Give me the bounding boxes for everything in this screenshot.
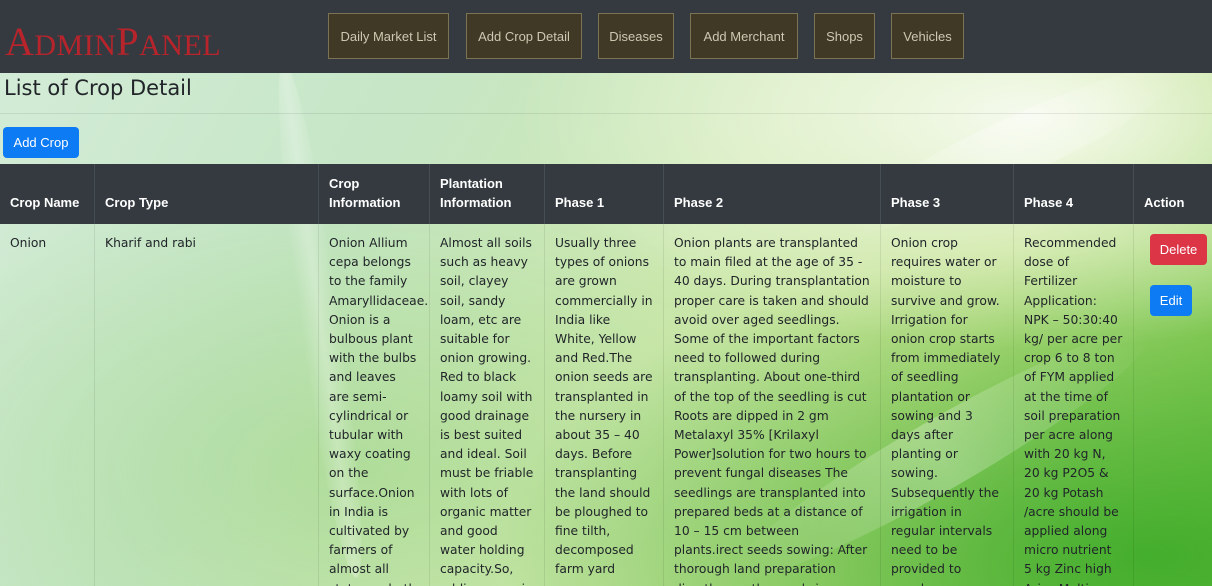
delete-button[interactable]: Delete bbox=[1150, 234, 1207, 265]
nav-add-merchant[interactable]: Add Merchant bbox=[690, 13, 798, 59]
nav-add-crop-detail[interactable]: Add Crop Detail bbox=[466, 13, 582, 59]
nav-vehicles[interactable]: Vehicles bbox=[891, 13, 964, 59]
cell-crop-name: Onion bbox=[0, 224, 95, 586]
column-header-phase-2[interactable]: Phase 2 bbox=[664, 164, 881, 224]
cell-phase-4: Recommended dose of Fertilizer Applicati… bbox=[1014, 224, 1134, 586]
column-header-action[interactable]: Action bbox=[1134, 164, 1212, 224]
add-crop-button[interactable]: Add Crop bbox=[3, 127, 79, 158]
table-row: Onion Kharif and rabi Onion Allium cepa … bbox=[0, 224, 1212, 586]
nav-shops[interactable]: Shops bbox=[814, 13, 875, 59]
brand-logo[interactable]: ADMINPANEL bbox=[5, 22, 221, 62]
nav-diseases[interactable]: Diseases bbox=[598, 13, 674, 59]
column-header-phase-1[interactable]: Phase 1 bbox=[545, 164, 664, 224]
column-header-plantation-information[interactable]: Plantation Information bbox=[430, 164, 545, 224]
cell-crop-type: Kharif and rabi bbox=[95, 224, 319, 586]
cell-crop-information: Onion Allium cepa belongs to the family … bbox=[319, 224, 430, 586]
cell-plantation-information: Almost all soils such as heavy soil, cla… bbox=[430, 224, 545, 586]
edit-button[interactable]: Edit bbox=[1150, 285, 1192, 316]
cell-phase-1: Usually three types of onions are grown … bbox=[545, 224, 664, 586]
page-title: List of Crop Detail bbox=[4, 76, 192, 100]
table-header: Crop Name Crop Type Crop Information Pla… bbox=[0, 164, 1212, 224]
column-header-crop-information[interactable]: Crop Information bbox=[319, 164, 430, 224]
cell-action bbox=[1134, 224, 1212, 586]
divider bbox=[0, 113, 1212, 114]
cell-phase-2: Onion plants are transplanted to main fi… bbox=[664, 224, 881, 586]
column-header-crop-type[interactable]: Crop Type bbox=[95, 164, 319, 224]
column-header-phase-4[interactable]: Phase 4 bbox=[1014, 164, 1134, 224]
column-header-crop-name[interactable]: Crop Name bbox=[0, 164, 95, 224]
cell-phase-3: Onion crop requires water or moisture to… bbox=[881, 224, 1014, 586]
nav-daily-market-list[interactable]: Daily Market List bbox=[328, 13, 449, 59]
top-navbar: ADMINPANEL Daily Market List Add Crop De… bbox=[0, 0, 1212, 73]
column-header-phase-3[interactable]: Phase 3 bbox=[881, 164, 1014, 224]
